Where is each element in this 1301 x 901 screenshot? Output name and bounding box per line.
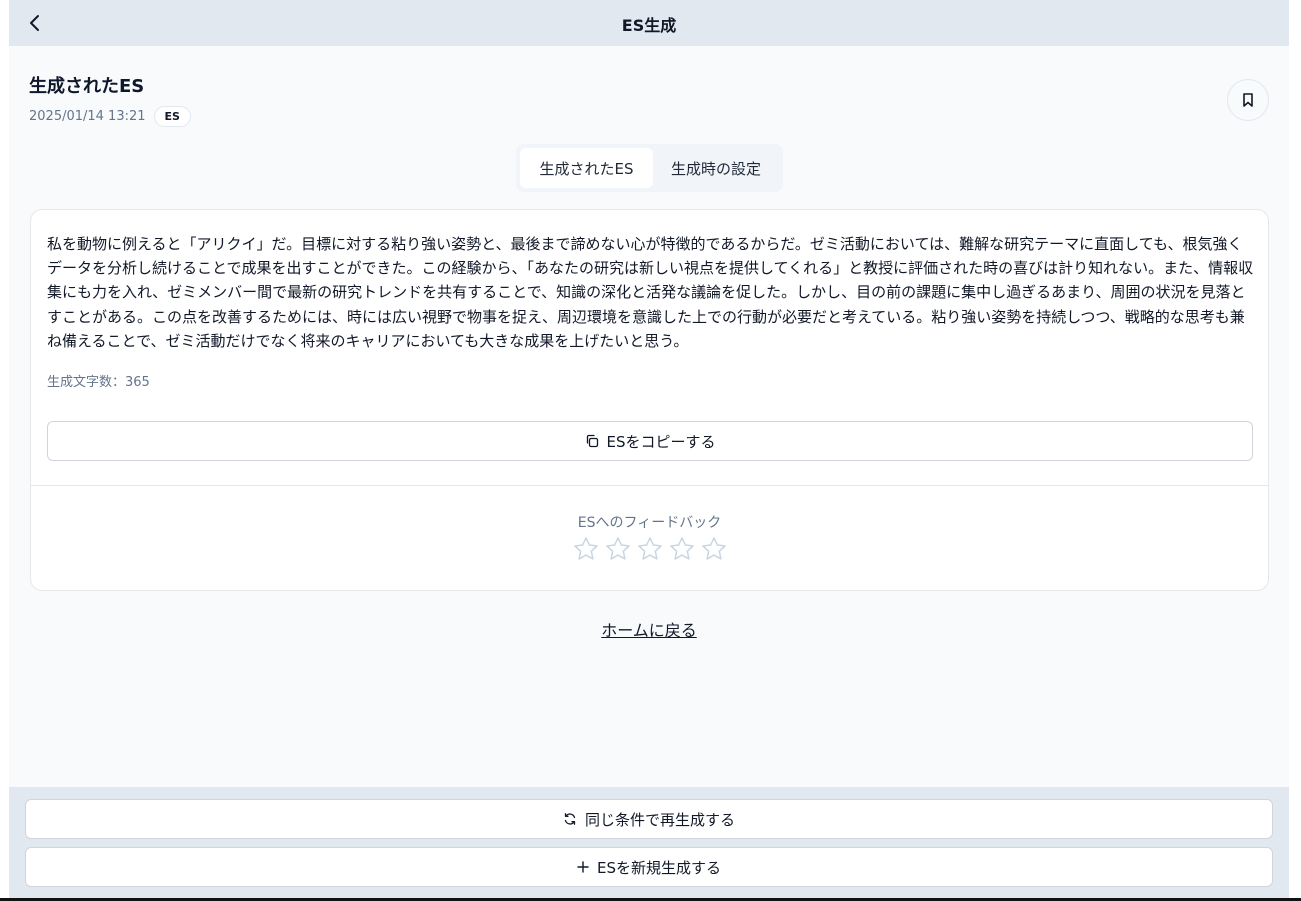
feedback-rating (571, 533, 729, 565)
new-es-label: ESを新規生成する (597, 858, 721, 877)
tab-generation-settings[interactable]: 生成時の設定 (653, 148, 779, 188)
timestamp: 2025/01/14 13:21 (29, 109, 146, 124)
copy-es-button[interactable]: ESをコピーする (47, 421, 1253, 461)
plus-icon (577, 861, 589, 873)
regenerate-button[interactable]: 同じ条件で再生成する (25, 799, 1273, 839)
es-card: 私を動物に例えると「アリクイ」だ。目標に対する粘り強い姿勢と、最後まで諦めない心… (30, 209, 1269, 591)
star-1-icon[interactable] (571, 533, 601, 565)
copy-es-label: ESをコピーする (606, 432, 716, 451)
home-link-row: ホームに戻る (9, 617, 1289, 641)
star-2-icon[interactable] (603, 533, 633, 565)
view-tabs: 生成されたES 生成時の設定 (516, 144, 783, 192)
copy-icon (585, 434, 599, 448)
char-count-label: 生成文字数： (47, 375, 126, 390)
new-es-button[interactable]: ESを新規生成する (25, 847, 1273, 887)
char-count: 生成文字数：365 (47, 371, 150, 390)
star-5-icon[interactable] (699, 533, 729, 565)
star-4-icon[interactable] (667, 533, 697, 565)
star-3-icon[interactable] (635, 533, 665, 565)
home-link[interactable]: ホームに戻る (601, 621, 697, 640)
page-title: ES生成 (621, 16, 677, 35)
bottom-action-bar: 同じ条件で再生成する ESを新規生成する (9, 787, 1289, 899)
char-count-value: 365 (125, 375, 150, 390)
app-window: ES生成 生成されたES 2025/01/14 13:21 ES 生成されたES… (9, 0, 1289, 899)
document-meta: 2025/01/14 13:21 ES (29, 106, 191, 127)
type-badge: ES (153, 106, 191, 127)
top-bar: ES生成 (9, 0, 1289, 46)
card-divider (31, 485, 1268, 486)
tab-generated-es[interactable]: 生成されたES (520, 148, 653, 188)
document-title: 生成されたES (29, 76, 145, 97)
feedback-label: ESへのフィードバック (577, 515, 722, 531)
bookmark-icon (1241, 92, 1255, 108)
refresh-icon (563, 812, 577, 826)
bookmark-button[interactable] (1227, 79, 1269, 121)
es-body-text: 私を動物に例えると「アリクイ」だ。目標に対する粘り強い姿勢と、最後まで諦めない心… (47, 235, 1254, 350)
regenerate-label: 同じ条件で再生成する (584, 810, 735, 829)
